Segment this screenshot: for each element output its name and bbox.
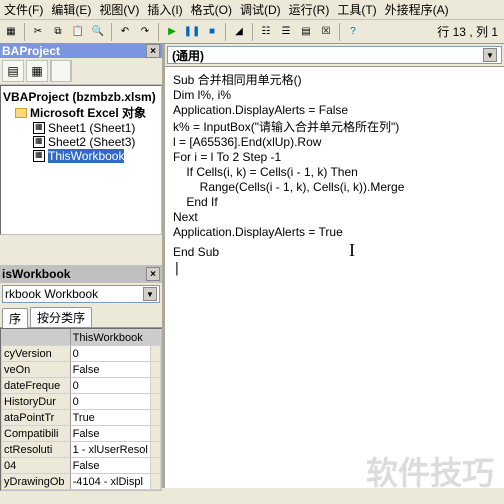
project-folder[interactable]: Microsoft Excel 对象: [3, 104, 159, 121]
redo-icon[interactable]: ↷: [136, 23, 154, 41]
cursor-position: 行 13 , 列 1: [364, 23, 504, 40]
object-browser-icon[interactable]: ▤: [297, 23, 315, 41]
cut-icon[interactable]: ✂: [29, 23, 47, 41]
menu-insert[interactable]: 插入(I): [143, 0, 186, 20]
tree-sheet2[interactable]: Sheet2 (Sheet3): [3, 135, 159, 149]
watermark: 软件技巧: [366, 448, 494, 494]
view-object-icon[interactable]: ▦: [26, 60, 48, 82]
module-header: (通用) ▼: [165, 44, 504, 67]
object-combo[interactable]: (通用) ▼: [167, 46, 502, 64]
copy-icon[interactable]: ⧉: [49, 23, 67, 41]
reset-icon[interactable]: ■: [203, 23, 221, 41]
find-icon[interactable]: 🔍: [89, 23, 107, 41]
toolbox-icon[interactable]: ☒: [317, 23, 335, 41]
tab-alphabetic[interactable]: 序: [2, 308, 28, 328]
view-code-icon[interactable]: ▤: [2, 60, 24, 82]
properties-grid[interactable]: ThisWorkbook cyVersion0 veOnFalse dateFr…: [0, 328, 162, 491]
close-icon[interactable]: ×: [146, 44, 160, 58]
properties-icon[interactable]: ☰: [277, 23, 295, 41]
menu-edit[interactable]: 编辑(E): [47, 0, 95, 20]
folder-icon[interactable]: [50, 60, 72, 82]
run-icon[interactable]: ▶: [163, 23, 181, 41]
menu-addins[interactable]: 外接程序(A): [381, 0, 453, 20]
project-toolbar: ▤ ▦: [0, 58, 162, 85]
tree-thisworkbook[interactable]: ThisWorkbook: [3, 149, 159, 163]
paste-icon[interactable]: 📋: [69, 23, 87, 41]
chevron-down-icon[interactable]: ▼: [483, 48, 497, 62]
tree-sheet1[interactable]: Sheet1 (Sheet1): [3, 121, 159, 135]
properties-object-combo[interactable]: rkbook Workbook ▼: [2, 285, 160, 303]
tab-categorized[interactable]: 按分类序: [30, 307, 92, 327]
menu-run[interactable]: 运行(R): [285, 0, 334, 20]
menu-tools[interactable]: 工具(T): [333, 0, 380, 20]
chevron-down-icon[interactable]: ▼: [143, 287, 157, 301]
text-cursor-icon: I: [349, 240, 355, 261]
toolbar: ▦ ✂ ⧉ 📋 🔍 ↶ ↷ ▶ ❚❚ ■ ◢ ☷ ☰ ▤ ☒ ? 行 13 , …: [0, 20, 504, 44]
menu-view[interactable]: 视图(V): [95, 0, 143, 20]
menu-format[interactable]: 格式(O): [187, 0, 236, 20]
project-root[interactable]: VBAProject (bzmbzb.xlsm): [3, 90, 159, 104]
project-explorer-icon[interactable]: ☷: [257, 23, 275, 41]
view-excel-icon[interactable]: ▦: [2, 23, 20, 41]
menu-file[interactable]: 文件(F): [0, 0, 47, 20]
design-mode-icon[interactable]: ◢: [230, 23, 248, 41]
menu-debug[interactable]: 调试(D): [236, 0, 285, 20]
project-explorer-title: BAProject ×: [0, 44, 162, 58]
undo-icon[interactable]: ↶: [116, 23, 134, 41]
properties-title: isWorkbook ×: [0, 265, 162, 283]
help-icon[interactable]: ?: [344, 23, 362, 41]
menu-bar: 文件(F) 编辑(E) 视图(V) 插入(I) 格式(O) 调试(D) 运行(R…: [0, 0, 504, 20]
break-icon[interactable]: ❚❚: [183, 23, 201, 41]
properties-tabs: 序 按分类序: [0, 305, 162, 328]
project-tree[interactable]: VBAProject (bzmbzb.xlsm) Microsoft Excel…: [0, 85, 162, 235]
code-editor[interactable]: Sub 合并相同用单元格() Dim l%, i% Application.Di…: [165, 67, 504, 488]
close-icon[interactable]: ×: [146, 267, 160, 281]
